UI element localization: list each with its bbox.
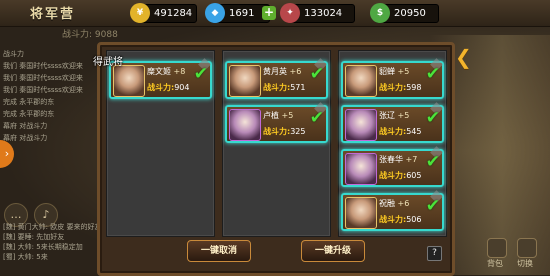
general-avatar xyxy=(345,109,377,141)
general-name: 貂蝉 xyxy=(379,67,395,76)
chat-line: [蜀] 大帅: 5来 xyxy=(3,253,48,261)
power-strip: 战斗力: 9088 xyxy=(62,30,118,40)
general-column-2: 黄月英 +6 战斗力:571 ✔ 卢植 +5 战斗力:325 ✔ xyxy=(222,50,331,237)
diamond-value: 1691 xyxy=(229,8,255,19)
chat-line: 完成 永平郡的东 xyxy=(3,110,55,118)
honor-badge-icon: ✦ xyxy=(280,3,300,23)
backpack-icon[interactable] xyxy=(487,238,507,258)
power-value: 605 xyxy=(406,171,422,180)
chat-line: 幕府 对战斗力 xyxy=(3,122,48,130)
top-bar: 将军营 ¥ 491284 ◆ 1691 + ✦ 133024 $ 20950 xyxy=(0,0,550,27)
general-name: 黄月英 xyxy=(263,67,287,76)
general-level: +5 xyxy=(397,111,410,120)
power-value: 904 xyxy=(174,83,190,92)
general-level: +5 xyxy=(281,111,294,120)
general-level: +6 xyxy=(289,67,302,76)
general-avatar xyxy=(229,65,261,97)
general-name: 张辽 xyxy=(379,111,395,120)
cash-value: 20950 xyxy=(394,8,426,19)
chat-line: 完成 永平郡的东 xyxy=(3,98,55,106)
power-value: 325 xyxy=(290,127,306,136)
chat-line: 幕府 对战斗力 xyxy=(3,134,48,142)
honor-value: 133024 xyxy=(304,8,343,19)
bottom-nav-switch[interactable]: 切换 xyxy=(517,258,533,269)
gold-counter: ¥ 491284 xyxy=(130,3,197,23)
power-label: 战斗力: xyxy=(379,215,407,224)
power-value: 571 xyxy=(290,83,306,92)
general-card[interactable]: 张辽 +5 战斗力:545 ✔ xyxy=(341,102,444,143)
general-avatar xyxy=(345,153,377,185)
general-card[interactable]: 张春华 +7 战斗力:605 ✔ xyxy=(341,146,444,187)
power-label: 战斗力: xyxy=(379,171,407,180)
general-card[interactable]: 祝融 +6 战斗力:506 ✔ xyxy=(341,190,444,231)
general-level: +5 xyxy=(397,67,410,76)
general-level: +7 xyxy=(405,155,418,164)
general-card[interactable]: 黄月英 +6 战斗力:571 ✔ xyxy=(225,58,328,99)
general-column-3: 貂蝉 +5 战斗力:598 ✔ 张辽 +5 战斗力:545 ✔ 张春华 +7 战… xyxy=(338,50,447,237)
help-button[interactable]: ? xyxy=(427,246,442,261)
diamond-counter: ◆ 1691 + xyxy=(205,3,276,23)
general-column-1: 糜文姬 +8 战斗力:904 ✔ xyxy=(106,50,215,237)
general-avatar xyxy=(345,65,377,97)
chat-line: 战斗力 xyxy=(3,50,24,58)
checkmark-icon: ✔ xyxy=(425,108,440,128)
chat-line: [魏] 黄门大帅: 欧皮 要来的好友 xyxy=(3,223,98,231)
honor-counter: ✦ 133024 xyxy=(280,3,355,23)
chat-feed: [魏] 黄门大帅: 欧皮 要来的好友 [魏] 要睡: 先加好友 [魏] 大帅: … xyxy=(0,222,98,272)
back-arrow-icon[interactable]: ❮ xyxy=(455,45,472,69)
general-level: +6 xyxy=(397,199,410,208)
diamond-icon: ◆ xyxy=(205,3,225,23)
general-avatar xyxy=(113,65,145,97)
general-avatar xyxy=(345,197,377,229)
general-card[interactable]: 糜文姬 +8 战斗力:904 ✔ xyxy=(109,58,212,99)
power-value: 598 xyxy=(406,83,422,92)
chat-line: 我们 秦国时代ssss欢迎来 xyxy=(3,74,83,82)
chat-line: 我们 秦国时代ssss欢迎来 xyxy=(3,62,83,70)
power-label: 战斗力: xyxy=(379,127,407,136)
general-card[interactable]: 卢植 +5 战斗力:325 ✔ xyxy=(225,102,328,143)
power-value: 506 xyxy=(406,215,422,224)
general-level: +8 xyxy=(173,67,186,76)
general-select-dialog: 糜文姬 +8 战斗力:904 ✔ 黄月英 +6 战斗力:571 ✔ 卢植 +5 … xyxy=(97,42,455,276)
general-name: 张春华 xyxy=(379,155,403,164)
chat-line: [魏] 要睡: 先加好友 xyxy=(3,233,65,241)
general-card[interactable]: 貂蝉 +5 战斗力:598 ✔ xyxy=(341,58,444,99)
add-diamond-button[interactable]: + xyxy=(262,6,276,20)
general-avatar xyxy=(229,109,261,141)
general-name: 糜文姬 xyxy=(147,67,171,76)
cancel-all-button[interactable]: 一键取消 xyxy=(187,240,251,262)
chat-line: [魏] 大帅: 5来长期稳定加 xyxy=(3,243,83,251)
bottom-nav-backpack[interactable]: 背包 xyxy=(487,258,503,269)
cash-icon: $ xyxy=(370,3,390,23)
general-name: 卢植 xyxy=(263,111,279,120)
checkmark-icon: ✔ xyxy=(309,64,324,84)
power-label: 战斗力: xyxy=(263,127,291,136)
checkmark-icon: ✔ xyxy=(425,152,440,172)
cash-counter: $ 20950 xyxy=(370,3,439,23)
gold-value: 491284 xyxy=(154,8,193,19)
checkmark-icon: ✔ xyxy=(309,108,324,128)
power-label: 战斗力: xyxy=(379,83,407,92)
chat-panel[interactable]: 战斗力 我们 秦国时代ssss欢迎来 我们 秦国时代ssss欢迎来 我们 秦国时… xyxy=(0,48,92,203)
toast-message: 得武将 xyxy=(93,57,123,68)
checkmark-icon: ✔ xyxy=(425,64,440,84)
upgrade-all-button[interactable]: 一键升级 xyxy=(301,240,365,262)
page-title: 将军营 xyxy=(30,7,76,22)
chat-line: 我们 秦国时代ssss欢迎来 xyxy=(3,86,83,94)
power-value: 545 xyxy=(406,127,422,136)
switch-icon[interactable] xyxy=(517,238,537,258)
power-label: 战斗力: xyxy=(147,83,175,92)
gold-coin-icon: ¥ xyxy=(130,3,150,23)
checkmark-icon: ✔ xyxy=(193,64,208,84)
checkmark-icon: ✔ xyxy=(425,196,440,216)
general-name: 祝融 xyxy=(379,199,395,208)
power-label: 战斗力: xyxy=(263,83,291,92)
